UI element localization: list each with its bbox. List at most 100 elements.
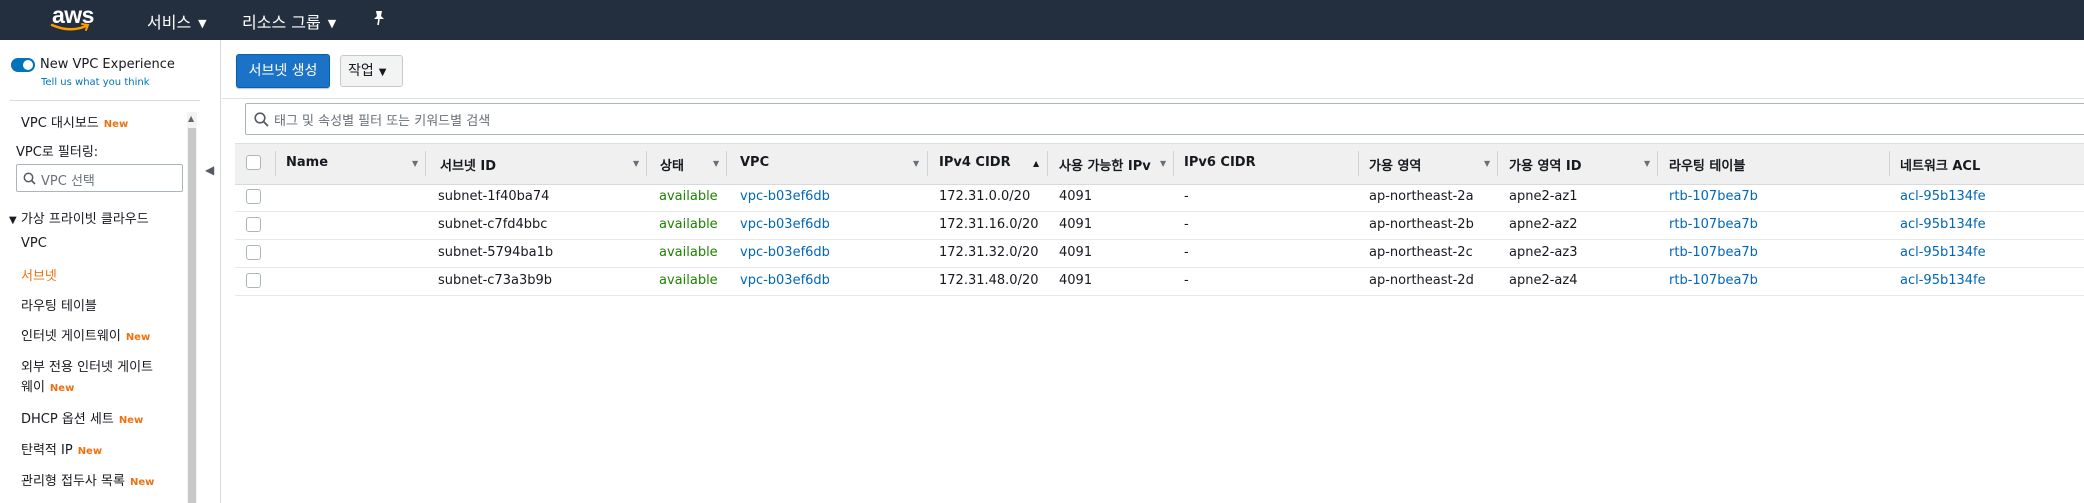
column-header-vpc[interactable]: VPC <box>740 155 769 170</box>
row-checkbox[interactable] <box>246 189 261 204</box>
row-checkbox[interactable] <box>246 273 261 288</box>
collapse-sidebar-icon[interactable]: ◀ <box>205 163 214 177</box>
sidebar-item-dashboard[interactable]: VPC 대시보드 New <box>21 112 128 131</box>
column-header-label: 서브넷 ID <box>440 159 497 174</box>
cell-vpc-link[interactable]: vpc-b03ef6db <box>740 273 830 288</box>
cell-vpc-link[interactable]: vpc-b03ef6db <box>740 245 830 260</box>
sidebar-item-label: 탄력적 IP <box>21 443 73 458</box>
services-menu[interactable]: 서비스 ▼ <box>147 9 207 33</box>
cell-route-table-link[interactable]: rtb-107bea7b <box>1669 273 1758 288</box>
sidebar-item-subnets[interactable]: 서브넷 <box>21 265 57 284</box>
column-header-name[interactable]: Name <box>286 155 328 170</box>
new-experience-label: New VPC Experience <box>40 57 175 72</box>
table-row[interactable]: subnet-c73a3b9b available vpc-b03ef6db 1… <box>235 267 2084 296</box>
sort-icon[interactable]: ▼ <box>412 155 418 170</box>
column-header-ipv4-cidr[interactable]: IPv4 CIDR <box>939 155 1011 170</box>
toolbar-divider <box>222 98 2084 99</box>
cell-ipv6-cidr: - <box>1184 189 1189 204</box>
vpc-filter-label: VPC로 필터링: <box>16 145 99 160</box>
sidebar-scrollbar[interactable]: ▲ <box>187 112 197 503</box>
pin-icon[interactable] <box>372 10 386 30</box>
aws-logo[interactable]: aws <box>50 2 96 35</box>
sidebar-item-vpc[interactable]: VPC <box>21 236 47 251</box>
row-checkbox[interactable] <box>246 245 261 260</box>
column-header-label: 사용 가능한 IPv <box>1059 159 1151 174</box>
select-all-checkbox[interactable] <box>246 155 261 170</box>
cell-ipv4-cidr: 172.31.48.0/20 <box>939 273 1039 288</box>
sidebar-item-elastic-ips[interactable]: 탄력적 IP New <box>21 439 102 458</box>
create-subnet-button[interactable]: 서브넷 생성 <box>236 54 330 88</box>
table-row[interactable]: subnet-5794ba1b available vpc-b03ef6db 1… <box>235 239 2084 268</box>
table-header: Name ▼ 서브넷 ID ▼ 상태 ▼ VPC ▼ IPv4 CIDR ▲ 사… <box>235 143 2084 185</box>
cell-available-ips: 4091 <box>1059 189 1093 204</box>
column-header-network-acl[interactable]: 네트워크 ACL <box>1900 155 1980 174</box>
top-navigation-bar: aws 서비스 ▼ 리소스 그룹 ▼ <box>0 0 2084 40</box>
new-badge: New <box>103 119 129 130</box>
sidebar-divider <box>10 100 200 101</box>
feedback-link[interactable]: Tell us what you think <box>41 77 150 88</box>
vpc-filter-input[interactable]: VPC 선택 <box>16 164 183 192</box>
sidebar-item-egress-only-gateways[interactable]: 외부 전용 인터넷 게이트 <box>21 356 153 375</box>
column-separator <box>1047 151 1048 176</box>
scrollbar-thumb[interactable] <box>188 128 196 503</box>
column-separator <box>927 151 928 176</box>
cell-ipv4-cidr: 172.31.0.0/20 <box>939 189 1031 204</box>
search-icon <box>254 112 269 127</box>
cell-subnet-id: subnet-c73a3b9b <box>438 273 552 288</box>
cell-subnet-id: subnet-c7fd4bbc <box>438 217 548 232</box>
sidebar-item-label: 라우팅 테이블 <box>21 299 97 314</box>
cell-route-table-link[interactable]: rtb-107bea7b <box>1669 217 1758 232</box>
column-header-ipv6-cidr[interactable]: IPv6 CIDR <box>1184 155 1256 170</box>
sort-icon[interactable]: ▼ <box>713 155 719 170</box>
column-separator <box>646 151 647 176</box>
cell-route-table-link[interactable]: rtb-107bea7b <box>1669 189 1758 204</box>
column-header-available-ips[interactable]: 사용 가능한 IPv <box>1059 155 1151 174</box>
cell-vpc-link[interactable]: vpc-b03ef6db <box>740 217 830 232</box>
table-row[interactable]: subnet-1f40ba74 available vpc-b03ef6db 1… <box>235 183 2084 212</box>
section-vpc-header[interactable]: ▼ 가상 프라이빗 클라우드 <box>9 208 149 227</box>
sidebar-item-egress-only-gateways-cont[interactable]: 웨이 New <box>21 376 74 395</box>
new-badge: New <box>125 332 151 343</box>
sidebar-item-prefix-lists[interactable]: 관리형 접두사 목록 New <box>21 470 154 489</box>
cell-available-ips: 4091 <box>1059 273 1093 288</box>
sort-icon[interactable]: ▼ <box>633 155 639 170</box>
sidebar-item-route-tables[interactable]: 라우팅 테이블 <box>21 295 97 314</box>
new-badge: New <box>129 477 155 488</box>
cell-network-acl-link[interactable]: acl-95b134fe <box>1900 273 1986 288</box>
column-header-az-id[interactable]: 가용 영역 ID <box>1509 155 1582 174</box>
sidebar-item-dhcp-options[interactable]: DHCP 옵션 세트 New <box>21 408 143 427</box>
column-header-label: Name <box>286 155 329 170</box>
table-filter-input[interactable]: 태그 및 속성별 필터 또는 키워드별 검색 <box>245 103 2084 135</box>
cell-route-table-link[interactable]: rtb-107bea7b <box>1669 245 1758 260</box>
sort-icon[interactable]: ▼ <box>1160 155 1166 170</box>
column-header-route-table[interactable]: 라우팅 테이블 <box>1669 155 1745 174</box>
section-title: 가상 프라이빗 클라우드 <box>20 212 149 227</box>
cell-network-acl-link[interactable]: acl-95b134fe <box>1900 189 1986 204</box>
cell-az-id: apne2-az3 <box>1509 245 1578 260</box>
sort-ascending-icon[interactable]: ▲ <box>1033 155 1039 170</box>
scroll-up-icon[interactable]: ▲ <box>188 114 194 123</box>
sort-icon[interactable]: ▼ <box>1644 155 1650 170</box>
resource-groups-menu[interactable]: 리소스 그룹 ▼ <box>242 9 336 33</box>
new-badge: New <box>49 383 75 394</box>
cell-az-id: apne2-az4 <box>1509 273 1578 288</box>
sidebar-item-label: VPC <box>21 236 47 251</box>
table-row[interactable]: subnet-c7fd4bbc available vpc-b03ef6db 1… <box>235 211 2084 240</box>
new-vpc-experience-toggle[interactable] <box>11 58 35 72</box>
column-header-state[interactable]: 상태 <box>660 155 684 174</box>
cell-available-ips: 4091 <box>1059 245 1093 260</box>
row-checkbox[interactable] <box>246 217 261 232</box>
sidebar-item-internet-gateways[interactable]: 인터넷 게이트웨이 New <box>21 325 150 344</box>
cell-availability-zone: ap-northeast-2c <box>1369 245 1473 260</box>
column-separator <box>726 151 727 176</box>
sidebar-item-label: DHCP 옵션 세트 <box>21 412 114 427</box>
sort-icon[interactable]: ▼ <box>913 155 919 170</box>
sort-icon[interactable]: ▼ <box>1484 155 1490 170</box>
cell-vpc-link[interactable]: vpc-b03ef6db <box>740 189 830 204</box>
cell-network-acl-link[interactable]: acl-95b134fe <box>1900 217 1986 232</box>
actions-label: 작업 <box>348 63 374 79</box>
cell-network-acl-link[interactable]: acl-95b134fe <box>1900 245 1986 260</box>
actions-button[interactable]: 작업 ▼ <box>340 55 403 87</box>
column-header-availability-zone[interactable]: 가용 영역 <box>1369 155 1421 174</box>
column-header-subnet-id[interactable]: 서브넷 ID <box>440 155 496 174</box>
